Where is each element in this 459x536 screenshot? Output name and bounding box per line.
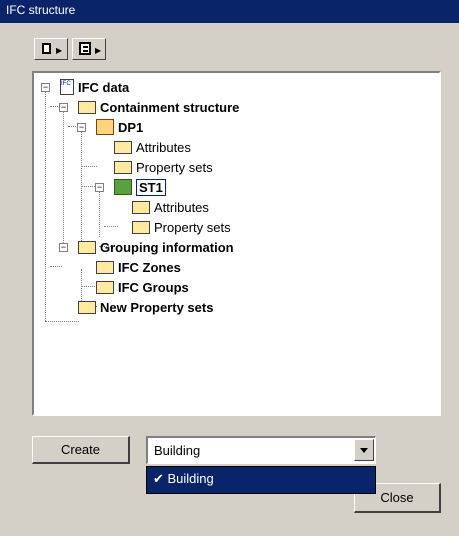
window-titlebar: IFC structure	[0, 0, 459, 23]
building-part-icon	[96, 119, 114, 135]
tree-node-label: Attributes	[154, 199, 209, 215]
collapse-toggle[interactable]: −	[59, 243, 68, 252]
window-title: IFC structure	[6, 3, 76, 17]
collapse-toggle[interactable]: −	[77, 123, 86, 132]
tree-node-label: ST1	[136, 178, 166, 196]
tree-node-label: IFC data	[78, 79, 130, 95]
expand-menu-button[interactable]: ▶	[34, 38, 68, 60]
close-button-label: Close	[380, 490, 414, 505]
tree-node-dp1[interactable]: DP1	[96, 118, 143, 136]
ifc-structure-tree[interactable]: − IFC IFC data − Containment structure −…	[32, 71, 441, 416]
type-combobox[interactable]: Building	[146, 436, 376, 464]
combobox-value: Building	[154, 443, 201, 458]
box-arrow-icon	[42, 43, 51, 54]
tree-node-label: Property sets	[136, 159, 213, 175]
collapse-toggle[interactable]: −	[41, 83, 50, 92]
tree-node-grouping-information[interactable]: Grouping information	[78, 238, 234, 256]
tree-node-label: Grouping information	[100, 239, 234, 255]
create-button-label: Create	[60, 442, 101, 457]
combobox-options-list[interactable]: ✔ Building	[146, 466, 376, 494]
ifc-document-icon: IFC	[60, 79, 74, 95]
menu-arrow-icon: ▶	[95, 46, 102, 55]
tree-node-containment-structure[interactable]: Containment structure	[78, 98, 239, 116]
tree-node-ifc-zones[interactable]: IFC Zones	[96, 258, 181, 276]
dropdown-option-building[interactable]: ✔ Building	[153, 471, 214, 486]
tree-node-label: Containment structure	[100, 99, 240, 115]
tree-node-label: Property sets	[154, 219, 231, 235]
tree-node-label: New Property sets	[100, 299, 214, 315]
tree-node-label: DP1	[118, 119, 144, 135]
folder-icon	[96, 280, 114, 294]
tree-node-st1-property-sets[interactable]: Property sets	[132, 218, 231, 236]
combobox-dropdown-button[interactable]	[354, 439, 374, 461]
folder-icon	[114, 140, 132, 154]
storey-icon	[114, 179, 132, 195]
folder-icon	[114, 160, 132, 174]
tree-node-ifc-data[interactable]: IFC IFC data	[60, 78, 129, 96]
tree-node-dp1-property-sets[interactable]: Property sets	[114, 158, 213, 176]
tree-node-label: IFC Zones	[118, 259, 181, 275]
menu-arrow-icon: ▶	[56, 46, 63, 55]
tree-node-dp1-attributes[interactable]: Attributes	[114, 138, 191, 156]
view-menu-button[interactable]: ▶	[72, 38, 106, 60]
tree-node-label: IFC Groups	[118, 279, 189, 295]
folder-icon	[78, 100, 96, 114]
folder-icon	[96, 260, 114, 274]
collapse-toggle[interactable]: −	[95, 183, 104, 192]
folder-icon	[78, 240, 96, 254]
folder-icon	[78, 300, 96, 314]
tree-node-st1-attributes[interactable]: Attributes	[132, 198, 209, 216]
tree-node-new-property-sets[interactable]: New Property sets	[78, 298, 213, 316]
tree-node-label: Attributes	[136, 139, 191, 155]
tree-node-st1[interactable]: ST1	[114, 178, 166, 196]
table-arrow-icon	[79, 42, 91, 55]
tree-node-ifc-groups[interactable]: IFC Groups	[96, 278, 189, 296]
folder-icon	[132, 220, 150, 234]
chevron-down-icon	[360, 448, 368, 453]
folder-icon	[132, 200, 150, 214]
collapse-toggle[interactable]: −	[59, 103, 68, 112]
create-button[interactable]: Create	[32, 436, 130, 464]
